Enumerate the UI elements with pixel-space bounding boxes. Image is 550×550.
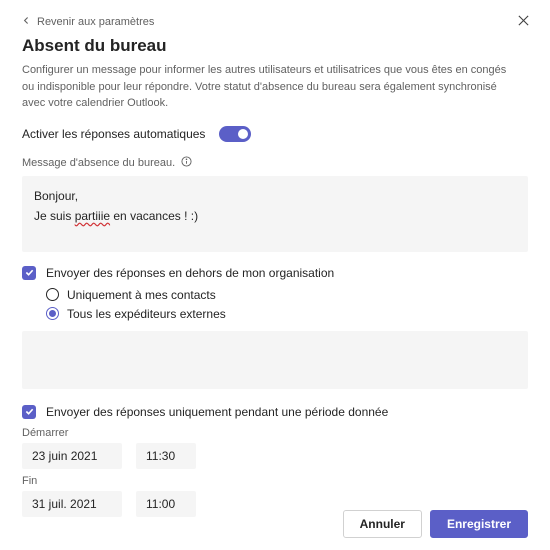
cancel-button[interactable]: Annuler: [343, 510, 422, 538]
close-button[interactable]: [517, 14, 530, 30]
radio-icon: [46, 288, 59, 301]
message-body: Je suis partiiie en vacances ! :): [34, 206, 516, 226]
save-button[interactable]: Enregistrer: [430, 510, 528, 538]
message-field-label: Message d'absence du bureau.: [22, 157, 175, 169]
start-date-input[interactable]: 23 juin 2021: [22, 443, 122, 469]
message-greeting: Bonjour,: [34, 186, 516, 206]
start-label: Démarrer: [22, 427, 528, 439]
back-to-settings-link[interactable]: Revenir aux paramètres: [22, 16, 154, 28]
external-message-textarea[interactable]: [22, 331, 528, 389]
radio-icon: [46, 307, 59, 320]
end-date-input[interactable]: 31 juil. 2021: [22, 491, 122, 517]
back-link-label: Revenir aux paramètres: [37, 16, 154, 28]
external-replies-checkbox[interactable]: [22, 266, 36, 280]
external-replies-label: Envoyer des réponses en dehors de mon or…: [46, 266, 334, 280]
spellcheck-error-word: partiiie: [75, 209, 110, 223]
end-time-input[interactable]: 11:00: [136, 491, 196, 517]
radio-all-external-label: Tous les expéditeurs externes: [67, 307, 226, 321]
auto-replies-toggle[interactable]: [219, 126, 251, 142]
page-title: Absent du bureau: [22, 36, 528, 56]
auto-replies-toggle-label: Activer les réponses automatiques: [22, 127, 205, 141]
end-label: Fin: [22, 475, 528, 487]
time-period-checkbox[interactable]: [22, 405, 36, 419]
time-period-label: Envoyer des réponses uniquement pendant …: [46, 405, 388, 419]
chevron-left-icon: [22, 16, 31, 28]
ooo-message-textarea[interactable]: Bonjour, Je suis partiiie en vacances ! …: [22, 176, 528, 252]
info-icon[interactable]: [181, 156, 192, 170]
radio-contacts-only[interactable]: Uniquement à mes contacts: [46, 288, 528, 302]
radio-all-external[interactable]: Tous les expéditeurs externes: [46, 307, 528, 321]
radio-contacts-only-label: Uniquement à mes contacts: [67, 288, 216, 302]
start-time-input[interactable]: 11:30: [136, 443, 196, 469]
page-description: Configurer un message pour informer les …: [22, 62, 512, 112]
